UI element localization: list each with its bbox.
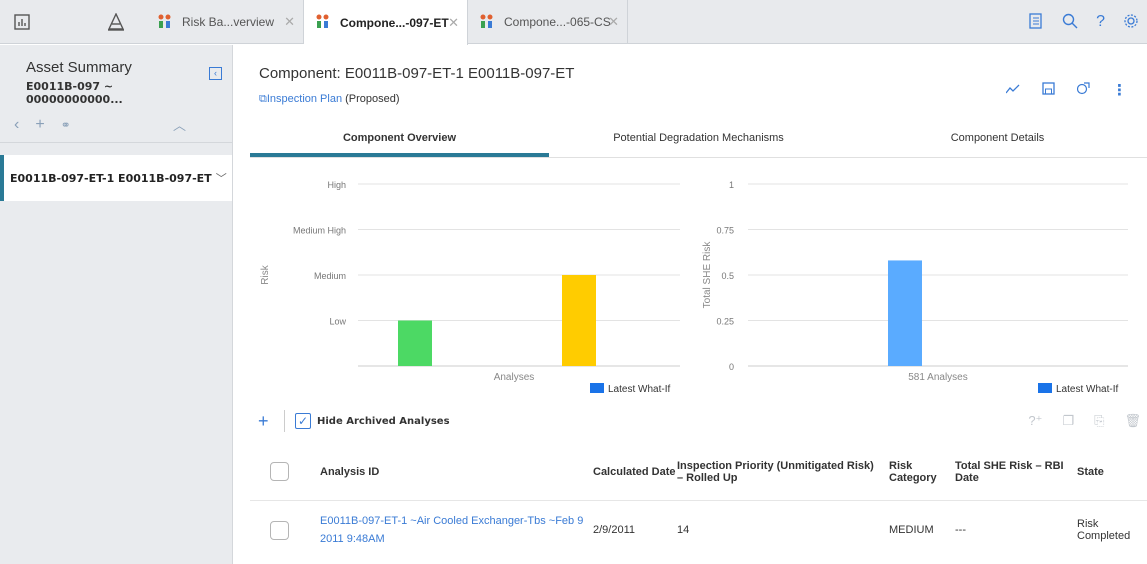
- help-icon[interactable]: ?: [1096, 13, 1105, 31]
- y-tick-label: 0.75: [716, 226, 734, 236]
- legend-label: Latest What-If: [608, 384, 670, 395]
- cell-she: ---: [955, 524, 966, 536]
- gear-icon[interactable]: [1123, 13, 1139, 32]
- cell-priority: 14: [677, 524, 690, 536]
- inspection-plan-status: (Proposed): [345, 93, 400, 105]
- col-risk-category[interactable]: Risk Category: [889, 460, 955, 484]
- analysis-link[interactable]: E0011B-097-ET-1 ~Air Cooled Exchanger-Tb…: [320, 515, 583, 545]
- top-tab-bar: Risk Ba...verview ✕ Compone...-097-ET ✕ …: [0, 0, 1147, 45]
- add-icon[interactable]: +: [35, 116, 44, 134]
- analyses-table: Analysis ID Calculated Date Inspection P…: [250, 443, 1147, 559]
- external-link-icon[interactable]: ⧉: [259, 93, 267, 105]
- tab-component-097[interactable]: Compone...-097-ET ✕: [304, 0, 468, 45]
- clone-icon[interactable]: ⎘: [1094, 413, 1104, 429]
- grid-toolbar: + ✓ Hide Archived Analyses ?⁺ ❐ ⎘ 🗑: [250, 403, 1147, 439]
- tab-potential-degradation[interactable]: Potential Degradation Mechanisms: [549, 122, 848, 157]
- x-axis-label: Analyses: [494, 372, 535, 383]
- col-inspection-priority[interactable]: Inspection Priority (Unmitigated Risk) –…: [677, 460, 889, 484]
- search-icon[interactable]: [1062, 13, 1078, 32]
- table-header: Analysis ID Calculated Date Inspection P…: [250, 443, 1147, 501]
- component-tabs: Component Overview Potential Degradation…: [250, 122, 1147, 158]
- sidebar-subtitle: E0011B-097 ~ 00000000000...: [26, 80, 123, 106]
- legend-swatch: [1038, 383, 1052, 393]
- rbi-icon: [478, 13, 498, 32]
- y-axis-label: Total SHE Risk: [702, 241, 713, 309]
- back-icon[interactable]: ‹: [14, 116, 19, 134]
- col-calculated-date[interactable]: Calculated Date: [593, 466, 677, 478]
- y-tick-label: 1: [729, 180, 734, 190]
- col-state[interactable]: State: [1077, 466, 1147, 478]
- y-tick-label: Medium: [314, 271, 346, 281]
- tab-risk-overview[interactable]: Risk Ba...verview ✕: [146, 0, 304, 44]
- inspection-plan-link[interactable]: Inspection Plan: [267, 93, 342, 105]
- y-tick-label: High: [327, 180, 346, 190]
- hide-archived-checkbox[interactable]: ✓: [295, 413, 311, 429]
- tab-component-details[interactable]: Component Details: [848, 122, 1147, 157]
- table-row: E0011B-097-ET-1 ~Air Cooled Exchanger-Tb…: [250, 501, 1147, 559]
- tab-component-overview[interactable]: Component Overview: [250, 122, 549, 157]
- checklist-icon[interactable]: [1028, 12, 1044, 32]
- y-tick-label: 0.25: [716, 317, 734, 327]
- tree-item-label: E0011B-097-ET-1 E0011B-097-ET: [10, 171, 212, 185]
- inspection-plan-line: ⧉Inspection Plan (Proposed): [259, 93, 400, 106]
- tab-label: Compone...-097-ET: [340, 15, 449, 30]
- copy-row-icon[interactable]: ❐: [1062, 413, 1074, 429]
- y-tick-label: 0: [729, 362, 734, 372]
- x-axis-label: 581 Analyses: [908, 372, 968, 383]
- rbi-icon: [314, 13, 334, 32]
- y-tick-label: Low: [329, 317, 346, 327]
- link-icon[interactable]: ⚭: [61, 118, 71, 132]
- asset-summary-sidebar: Asset Summary E0011B-097 ~ 00000000000..…: [0, 45, 233, 564]
- bar: [562, 275, 596, 366]
- delete-icon[interactable]: 🗑: [1124, 413, 1141, 429]
- legend-label: Latest What-If: [1056, 384, 1118, 395]
- legend-swatch: [590, 383, 604, 393]
- save-icon[interactable]: [1042, 82, 1055, 98]
- new-help-icon[interactable]: ?⁺: [1028, 413, 1042, 429]
- tab-label: Compone...-065-CS: [504, 15, 611, 29]
- cell-date: 2/9/2011: [593, 524, 636, 536]
- sidebar-title: Asset Summary: [26, 59, 132, 76]
- close-icon[interactable]: ✕: [608, 14, 619, 30]
- trend-icon[interactable]: [1005, 83, 1020, 97]
- page-title: Component: E0011B-097-ET-1 E0011B-097-ET: [259, 65, 575, 82]
- bar: [398, 320, 432, 366]
- tab-label: Risk Ba...verview: [182, 15, 275, 29]
- hide-archived-label: Hide Archived Analyses: [317, 415, 450, 427]
- rbi-icon: [156, 13, 176, 32]
- select-all-checkbox[interactable]: [270, 462, 289, 481]
- col-analysis-id[interactable]: Analysis ID: [306, 466, 593, 478]
- asset-hierarchy-icon[interactable]: [94, 0, 138, 44]
- chevron-up-icon[interactable]: ︿: [173, 115, 186, 134]
- col-total-she-risk[interactable]: Total SHE Risk – RBI Date: [955, 460, 1077, 484]
- cell-state: Risk Completed: [1077, 518, 1131, 542]
- more-menu-icon[interactable]: ⋮: [1112, 81, 1127, 99]
- dashboard-icon[interactable]: [0, 0, 44, 44]
- divider: [284, 410, 285, 432]
- tree-item-component[interactable]: E0011B-097-ET-1 E0011B-097-ET ﹀: [0, 155, 232, 201]
- main-panel: Component: E0011B-097-ET-1 E0011B-097-ET…: [234, 45, 1147, 564]
- tab-component-065[interactable]: Compone...-065-CS ✕: [468, 0, 628, 44]
- row-checkbox[interactable]: [270, 520, 289, 540]
- copy-icon[interactable]: [1076, 82, 1090, 98]
- she-risk-chart: 0 0.25 0.5 0.75 1 Total SHE Risk 581 Analyses L…: [698, 170, 1138, 405]
- close-icon[interactable]: ✕: [284, 14, 295, 30]
- cell-category: MEDIUM: [889, 524, 934, 536]
- y-axis-label: Risk: [260, 264, 271, 284]
- bar: [888, 260, 922, 366]
- risk-chart: Low Medium Medium High High Risk Analyses Late…: [250, 170, 690, 405]
- add-analysis-icon[interactable]: +: [258, 411, 282, 432]
- close-icon[interactable]: ✕: [448, 15, 459, 31]
- collapse-sidebar-icon[interactable]: ‹: [209, 67, 222, 80]
- y-tick-label: Medium High: [293, 226, 346, 236]
- y-tick-label: 0.5: [721, 271, 734, 281]
- chevron-down-icon[interactable]: ﹀: [216, 170, 227, 186]
